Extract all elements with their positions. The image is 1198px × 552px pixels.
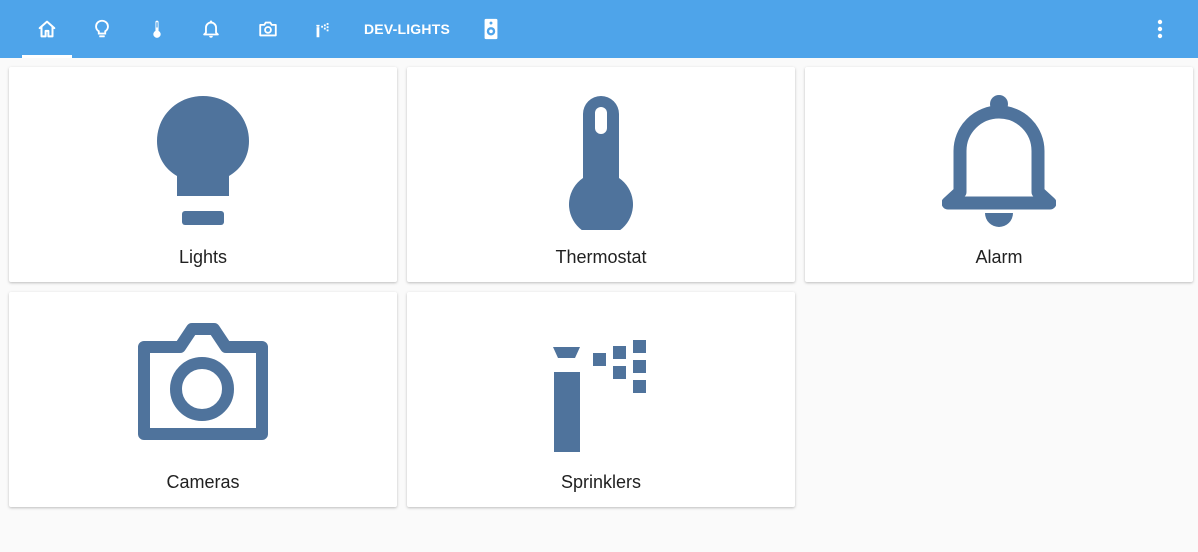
card-lights-label: Lights (178, 247, 228, 267)
overflow-menu-button[interactable] (1148, 17, 1172, 41)
tab-home[interactable] (22, 0, 72, 58)
tab-alarm[interactable] (188, 0, 234, 58)
lightbulb-icon (157, 96, 249, 225)
tab-sprinklers[interactable] (300, 0, 346, 58)
card-cameras[interactable]: Cameras (9, 292, 397, 507)
thermometer-icon (153, 20, 161, 38)
dots-vertical-icon (1157, 19, 1163, 39)
bell-icon (942, 95, 1056, 227)
sprinkler-icon (553, 340, 646, 452)
tab-lights[interactable] (78, 0, 126, 58)
card-alarm-label: Alarm (975, 247, 1023, 267)
tab-speaker[interactable] (468, 0, 514, 58)
card-thermostat[interactable]: Thermostat (407, 67, 795, 282)
lightbulb-icon (95, 19, 109, 38)
sprinkler-icon (316, 23, 329, 38)
tab-dev-lights[interactable]: DEV-LIGHTS (358, 0, 456, 58)
top-app-bar: DEV-LIGHTS (0, 0, 1198, 58)
card-sprinklers[interactable]: Sprinklers (407, 292, 795, 507)
card-cameras-label: Cameras (166, 472, 240, 492)
card-thermostat-label: Thermostat (555, 247, 647, 267)
card-alarm[interactable]: Alarm (805, 67, 1193, 282)
camera-icon (138, 323, 268, 440)
tab-dev-lights-label: DEV-LIGHTS (363, 21, 450, 37)
home-icon (38, 20, 56, 38)
speaker-icon (484, 18, 498, 40)
tab-cameras[interactable] (244, 0, 292, 58)
card-sprinklers-label: Sprinklers (560, 472, 642, 492)
tab-thermostat[interactable] (134, 0, 180, 58)
bell-icon (203, 20, 219, 38)
thermometer-icon (569, 96, 633, 230)
camera-icon (259, 21, 277, 37)
card-lights[interactable]: Lights (9, 67, 397, 282)
